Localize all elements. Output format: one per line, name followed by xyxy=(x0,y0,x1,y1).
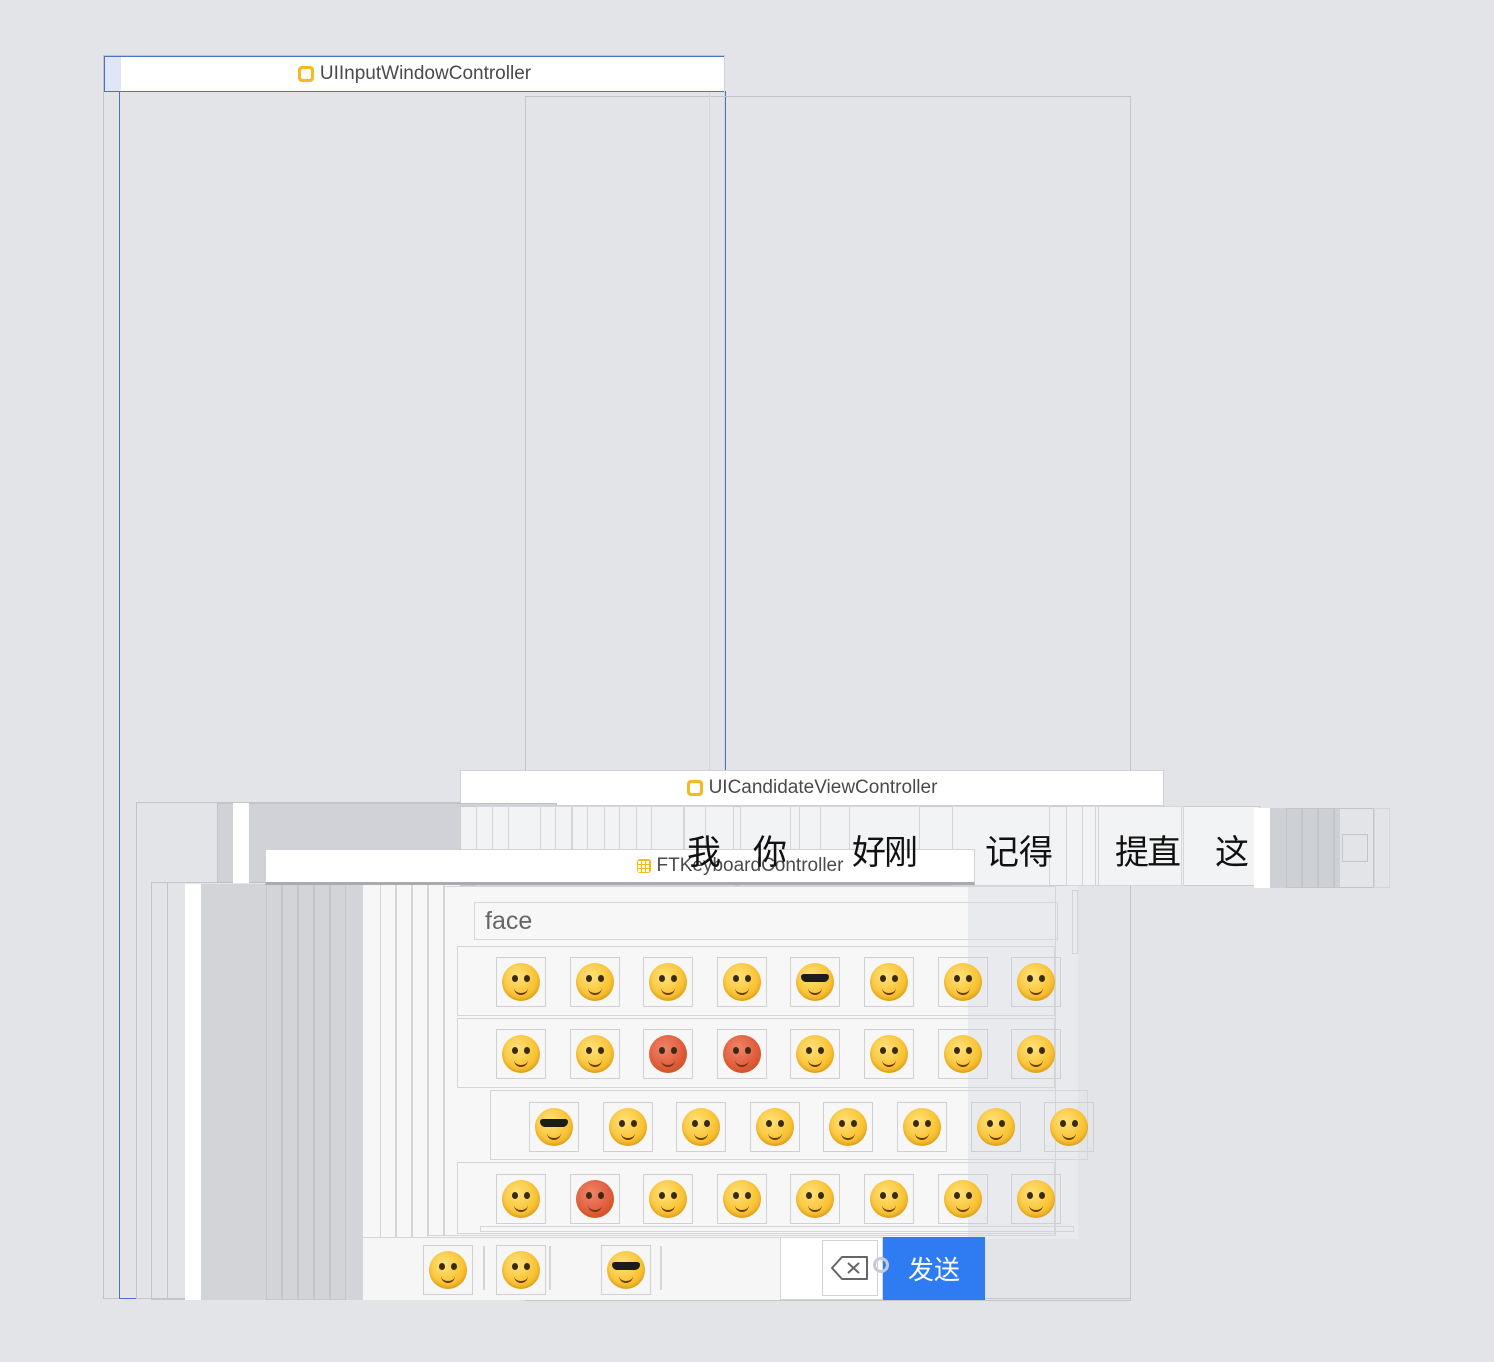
candidate-view-controller-title[interactable]: UICandidateViewController xyxy=(460,770,1164,806)
soldier-helmet-emoji-icon[interactable] xyxy=(790,1174,840,1224)
view-controller-icon xyxy=(686,780,703,796)
candidate-overflow-frame xyxy=(1318,808,1334,888)
toolbar-divider xyxy=(660,1246,662,1290)
candidate-word[interactable]: 直 xyxy=(1147,833,1181,873)
backspace-icon xyxy=(831,1256,868,1280)
cold-sweat-emoji-icon[interactable] xyxy=(643,1174,693,1224)
sleepy-sneeze-emoji-icon[interactable] xyxy=(496,1029,546,1079)
candidate-word[interactable]: 你 xyxy=(753,833,787,873)
send-button[interactable]: 发送 xyxy=(873,1237,985,1300)
confused-emoji-icon[interactable] xyxy=(570,957,620,1007)
toolbar-divider xyxy=(483,1246,485,1290)
smirk-emoji-icon[interactable] xyxy=(496,1174,546,1224)
left-panel-divider xyxy=(314,884,330,1300)
sobbing-emoji-icon[interactable] xyxy=(676,1102,726,1152)
gear-icon xyxy=(873,1257,889,1273)
grin-emoji-icon[interactable] xyxy=(717,1174,767,1224)
candidate-word[interactable]: 好 xyxy=(852,833,886,873)
send-button-label: 发送 xyxy=(907,1256,960,1286)
furious-flame-emoji-icon[interactable] xyxy=(717,1029,767,1079)
emoji-grid-baseline xyxy=(480,1226,1074,1232)
rolling-eyes-emoji-icon[interactable] xyxy=(897,1102,947,1152)
candidate-word[interactable]: 刚 xyxy=(884,833,918,873)
selection-handle xyxy=(105,57,121,91)
toolbar-divider xyxy=(549,1246,551,1290)
candidate-word[interactable]: 提 xyxy=(1115,833,1149,873)
silly-tongue-emoji-icon[interactable] xyxy=(1044,1102,1094,1152)
loud-crying-emoji-icon[interactable] xyxy=(864,957,914,1007)
controller-name-label: UIInputWindowController xyxy=(319,63,532,84)
sunglasses-frown-emoji-icon[interactable] xyxy=(529,1102,579,1152)
disappointed-emoji-icon[interactable] xyxy=(971,1102,1021,1152)
angry-sweat-emoji-icon[interactable] xyxy=(570,1174,620,1224)
view-controller-icon xyxy=(297,66,314,82)
delete-button[interactable] xyxy=(822,1240,878,1296)
frown-emoji-icon[interactable] xyxy=(1011,1029,1061,1079)
big-grin-emoji-icon[interactable] xyxy=(864,1029,914,1079)
candidate-overflow-white xyxy=(1254,808,1270,888)
headband-angry-emoji-icon[interactable] xyxy=(864,1174,914,1224)
keyboard-controller-icon xyxy=(636,859,651,873)
input-window-controller-title[interactable]: UIInputWindowController xyxy=(104,56,724,92)
tongue-wink-emoji-icon[interactable] xyxy=(790,1029,840,1079)
cool-sunglasses-emoji-icon[interactable] xyxy=(790,957,840,1007)
warm-smile-emoji-icon[interactable] xyxy=(823,1102,873,1152)
controller-name-label: FTKeyboardController xyxy=(656,855,844,876)
candidate-overflow-frame xyxy=(1286,808,1302,888)
left-panel-divider xyxy=(330,884,346,1300)
surprised-emoji-icon[interactable] xyxy=(496,1245,546,1295)
candidate-word[interactable]: 我 xyxy=(687,833,721,873)
sad-sweat-emoji-icon[interactable] xyxy=(570,1029,620,1079)
search-field-outline xyxy=(1072,890,1078,954)
keyboard-strip xyxy=(428,884,444,1236)
left-panel-divider xyxy=(298,884,314,1300)
question-confused-emoji-icon[interactable] xyxy=(1011,1174,1061,1224)
crying-surprised-emoji-icon[interactable] xyxy=(717,957,767,1007)
cool-sunglasses-emoji-icon[interactable] xyxy=(601,1245,651,1295)
smile-emoji-icon[interactable] xyxy=(938,1029,988,1079)
astonished-emoji-icon[interactable] xyxy=(496,957,546,1007)
blushing-emoji-icon[interactable] xyxy=(938,957,988,1007)
heart-eyes-emoji-icon[interactable] xyxy=(643,957,693,1007)
left-panel-divider xyxy=(266,884,282,1300)
keyboard-left-panel xyxy=(185,884,201,1300)
candidate-overflow-frame xyxy=(1342,834,1368,862)
left-panel-divider xyxy=(282,884,298,1300)
raging-emoji-icon[interactable] xyxy=(938,1174,988,1224)
candidate-word[interactable]: 这 xyxy=(1215,833,1249,873)
candidate-word[interactable]: 记得 xyxy=(985,833,1053,873)
candidate-overflow-frame xyxy=(1374,808,1390,888)
candidate-overflow-frame xyxy=(1302,808,1318,888)
candidate-bar-white-edge xyxy=(233,803,249,883)
controller-name-label: UICandidateViewController xyxy=(708,777,938,798)
astonished-emoji-icon[interactable] xyxy=(423,1245,473,1295)
dizzy-face-emoji-icon[interactable] xyxy=(1011,957,1061,1007)
shy-cover-emoji-icon[interactable] xyxy=(750,1102,800,1152)
emoji-search-input[interactable] xyxy=(474,902,1058,940)
laughing-tears-emoji-icon[interactable] xyxy=(603,1102,653,1152)
embarrassed-red-emoji-icon[interactable] xyxy=(643,1029,693,1079)
